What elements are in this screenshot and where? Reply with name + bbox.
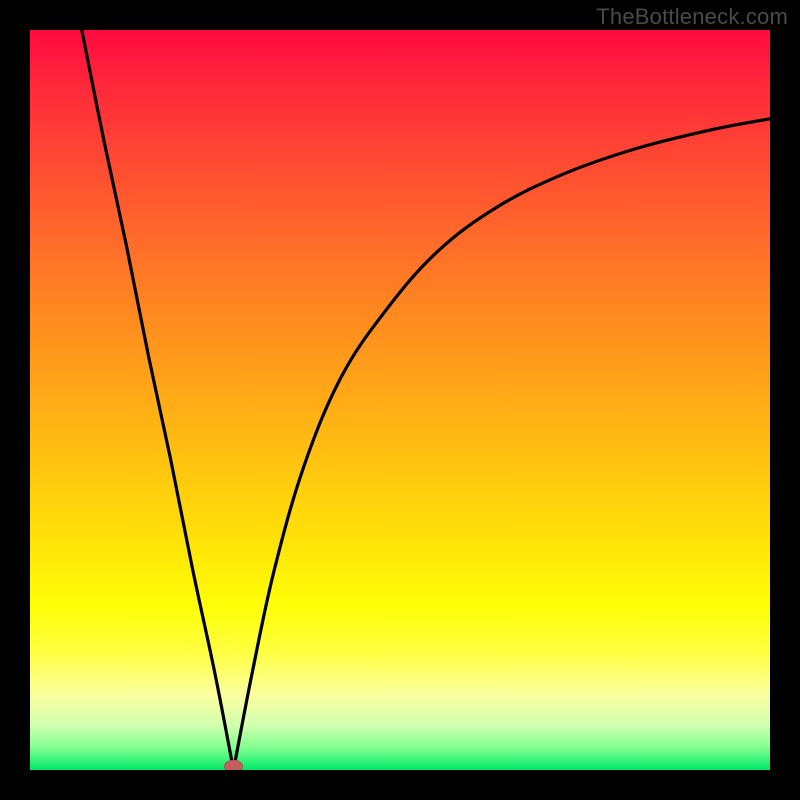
chart-curve-layer	[30, 30, 770, 770]
watermark-text: TheBottleneck.com	[596, 4, 788, 30]
chart-plot-area	[30, 30, 770, 770]
minimum-marker	[225, 760, 243, 770]
curve-left-branch	[82, 30, 234, 770]
curve-right-branch	[234, 119, 771, 770]
